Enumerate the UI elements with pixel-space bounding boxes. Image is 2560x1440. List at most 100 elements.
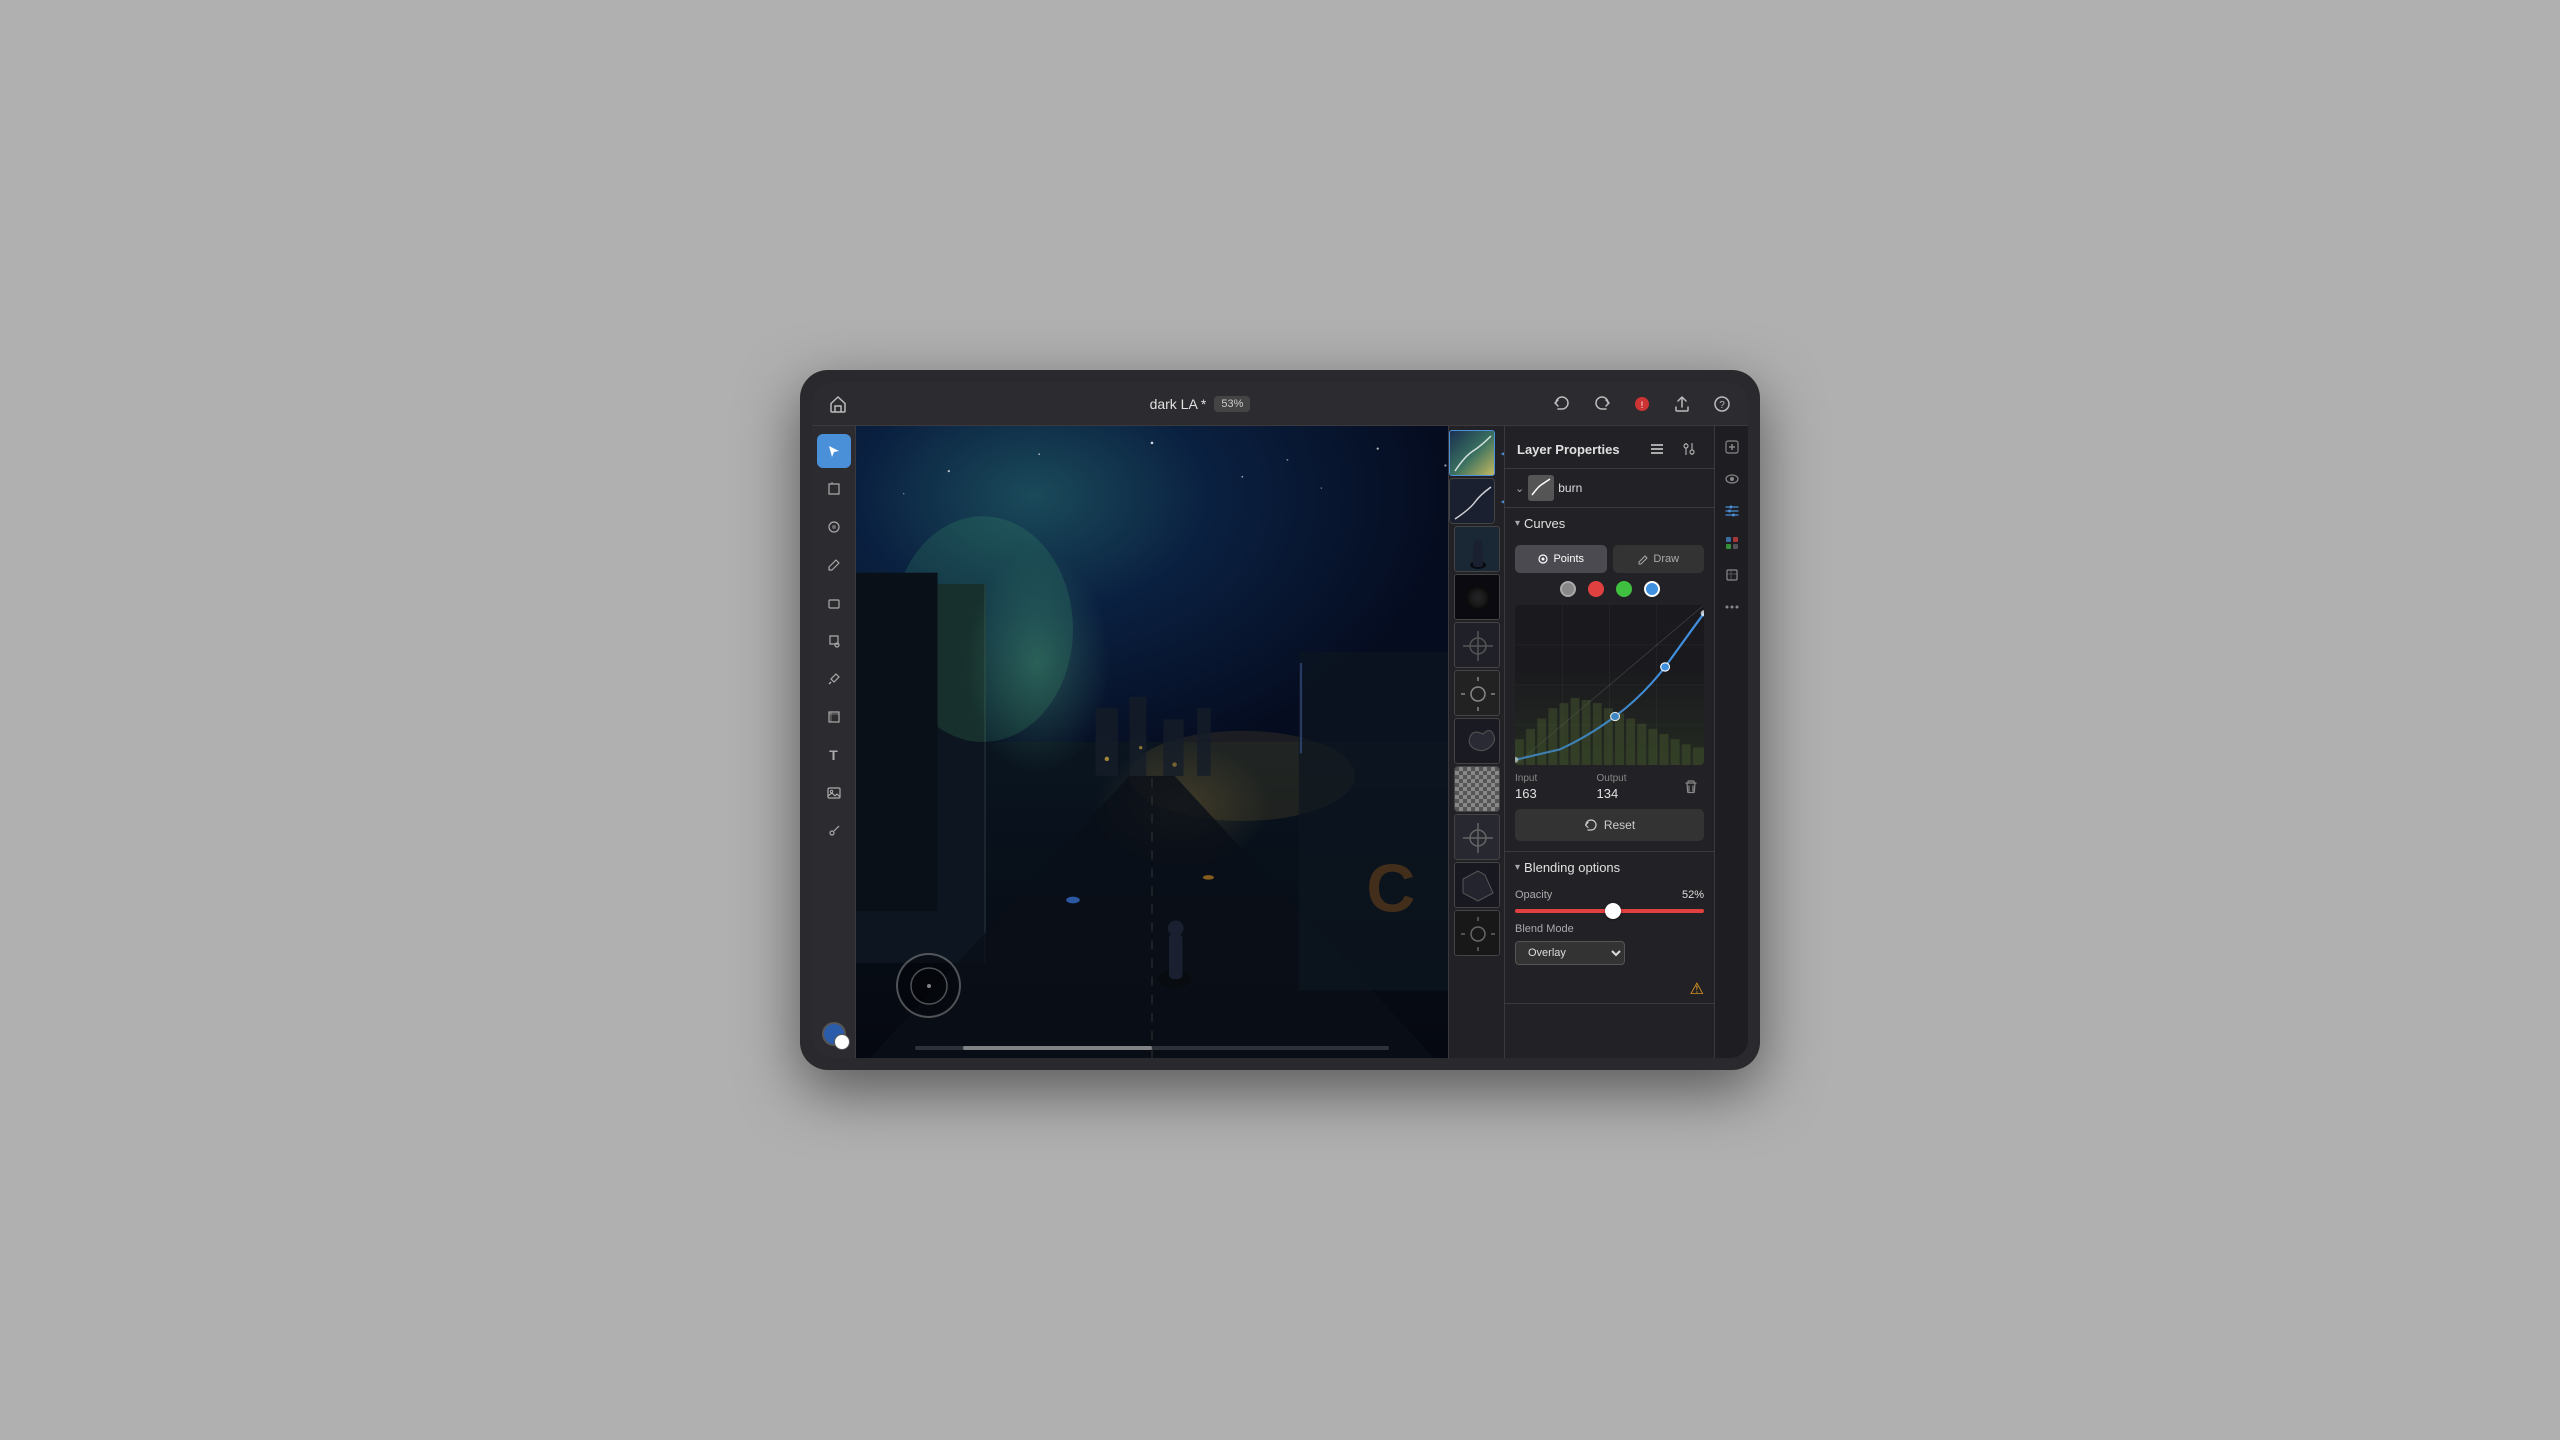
opacity-slider-thumb[interactable]: [1605, 903, 1621, 919]
navigator-circle[interactable]: [896, 953, 961, 1018]
layer-item-balance[interactable]: [1449, 622, 1504, 668]
green-channel[interactable]: [1616, 581, 1632, 597]
channel-dots: [1515, 581, 1704, 597]
eyedropper2-button[interactable]: [817, 814, 851, 848]
blending-section-title: Blending options: [1524, 860, 1704, 875]
dropper-tool-button[interactable]: [817, 662, 851, 696]
mask-icon: ⌄: [1515, 482, 1524, 495]
layer-item-curves-top[interactable]: ◀: [1449, 430, 1504, 476]
layer-thumb-paint[interactable]: [1454, 718, 1500, 764]
top-bar-center: dark LA * 53%: [1150, 396, 1251, 412]
layer-thumb-brightness[interactable]: [1454, 670, 1500, 716]
zoom-level[interactable]: 53%: [1214, 396, 1250, 412]
image-tool-button[interactable]: [817, 776, 851, 810]
visibility-button[interactable]: [1719, 466, 1745, 492]
color-adjustments-button[interactable]: [1719, 530, 1745, 556]
panel-header-icons: [1644, 436, 1702, 462]
adjustments-button[interactable]: [1719, 498, 1745, 524]
input-group: Input 163: [1515, 773, 1593, 801]
layer-thumb-person[interactable]: [1454, 526, 1500, 572]
add-layer-button[interactable]: [1719, 434, 1745, 460]
layer-item-brightness[interactable]: [1449, 670, 1504, 716]
composite-channel[interactable]: [1560, 581, 1576, 597]
notifications-button[interactable]: !: [1628, 390, 1656, 418]
points-mode-button[interactable]: Points: [1515, 545, 1607, 573]
help-button[interactable]: ?: [1708, 390, 1736, 418]
select-tool-button[interactable]: [817, 434, 851, 468]
layers-panel-button[interactable]: [1644, 436, 1670, 462]
layer-thumb-checker[interactable]: [1454, 766, 1500, 812]
left-toolbar: T: [812, 426, 856, 1058]
opacity-value: 52%: [1682, 889, 1704, 901]
adjustment-options-button[interactable]: [1676, 436, 1702, 462]
right-icons-bar: [1714, 426, 1748, 1058]
home-button[interactable]: [824, 390, 852, 418]
blending-section-header[interactable]: ▾ Blending options: [1505, 852, 1714, 883]
scene-city-lights: [1093, 742, 1271, 868]
reset-button[interactable]: Reset: [1515, 809, 1704, 841]
layer-thumb-curves[interactable]: [1449, 430, 1495, 476]
app-title: dark LA *: [1150, 396, 1207, 412]
share-button[interactable]: [1668, 390, 1696, 418]
filter-button[interactable]: [1719, 562, 1745, 588]
delete-point-button[interactable]: [1678, 774, 1704, 800]
layer-thumb-paint2[interactable]: [1454, 862, 1500, 908]
layer-thumb-brightness2[interactable]: [1454, 910, 1500, 956]
layer-item-dark[interactable]: [1449, 574, 1504, 620]
blend-mode-row: Blend Mode: [1515, 923, 1704, 935]
curves-content: Points Draw: [1505, 539, 1714, 851]
blue-channel[interactable]: [1644, 581, 1660, 597]
svg-text:?: ?: [1719, 400, 1725, 411]
output-label: Output: [1597, 773, 1675, 784]
layer-thumb-curves2[interactable]: [1449, 478, 1495, 524]
main-area: T: [812, 426, 1748, 1058]
horizontal-scrollbar[interactable]: [915, 1046, 1389, 1050]
blend-mode-select[interactable]: Overlay Normal Multiply Screen Soft Ligh…: [1515, 941, 1625, 965]
layer-item-paint[interactable]: [1449, 718, 1504, 764]
background-color[interactable]: [834, 1034, 850, 1050]
magic-wand-button[interactable]: [817, 510, 851, 544]
output-value[interactable]: 134: [1597, 786, 1675, 801]
blend-mode-label: Blend Mode: [1515, 923, 1574, 935]
layer-item-person[interactable]: [1449, 526, 1504, 572]
layer-thumb-dark[interactable]: [1454, 574, 1500, 620]
draw-mode-button[interactable]: Draw: [1613, 545, 1705, 573]
input-label: Input: [1515, 773, 1593, 784]
opacity-row: Opacity 52%: [1515, 889, 1704, 901]
undo-button[interactable]: [1548, 390, 1576, 418]
blending-collapse-icon: ▾: [1515, 862, 1520, 873]
red-channel[interactable]: [1588, 581, 1604, 597]
canvas-area[interactable]: C: [856, 426, 1448, 1058]
lasso-tool-button[interactable]: [817, 472, 851, 506]
curves-mode-buttons: Points Draw: [1515, 545, 1704, 573]
crop-tool-button[interactable]: [817, 700, 851, 734]
svg-text:!: !: [1641, 400, 1644, 410]
top-bar: dark LA * 53%: [812, 382, 1748, 426]
brush-tool-button[interactable]: [817, 548, 851, 582]
redo-button[interactable]: [1588, 390, 1616, 418]
scene-glow: [963, 552, 1111, 773]
input-value[interactable]: 163: [1515, 786, 1593, 801]
paint-bucket-button[interactable]: [817, 624, 851, 658]
curves-graph[interactable]: [1515, 605, 1704, 765]
layer-item-curves2[interactable]: ◀: [1449, 478, 1504, 524]
layer-thumb-balance[interactable]: [1454, 622, 1500, 668]
layer-item-checker[interactable]: [1449, 766, 1504, 812]
layers-thumbnail-panel: ◀ ◀: [1448, 426, 1504, 1058]
more-options-button[interactable]: [1719, 594, 1745, 620]
warning-icon: ⚠: [1505, 975, 1714, 1003]
panel-header: Layer Properties: [1505, 426, 1714, 469]
layer-item-balance2[interactable]: [1449, 814, 1504, 860]
opacity-slider[interactable]: [1515, 909, 1704, 913]
top-bar-left: [824, 390, 852, 418]
curves-section: ▾ Curves Points: [1505, 508, 1714, 852]
layer-thumb-balance2[interactable]: [1454, 814, 1500, 860]
curves-section-header[interactable]: ▾ Curves: [1505, 508, 1714, 539]
blending-content: Opacity 52% Blend Mode Overlay Normal: [1505, 883, 1714, 975]
eraser-tool-button[interactable]: [817, 586, 851, 620]
text-tool-button[interactable]: T: [817, 738, 851, 772]
histogram-bg: [1515, 669, 1704, 765]
layer-item-brightness2[interactable]: [1449, 910, 1504, 956]
layer-item-paint2[interactable]: [1449, 862, 1504, 908]
layer-name-row: ⌄ burn: [1505, 469, 1714, 508]
